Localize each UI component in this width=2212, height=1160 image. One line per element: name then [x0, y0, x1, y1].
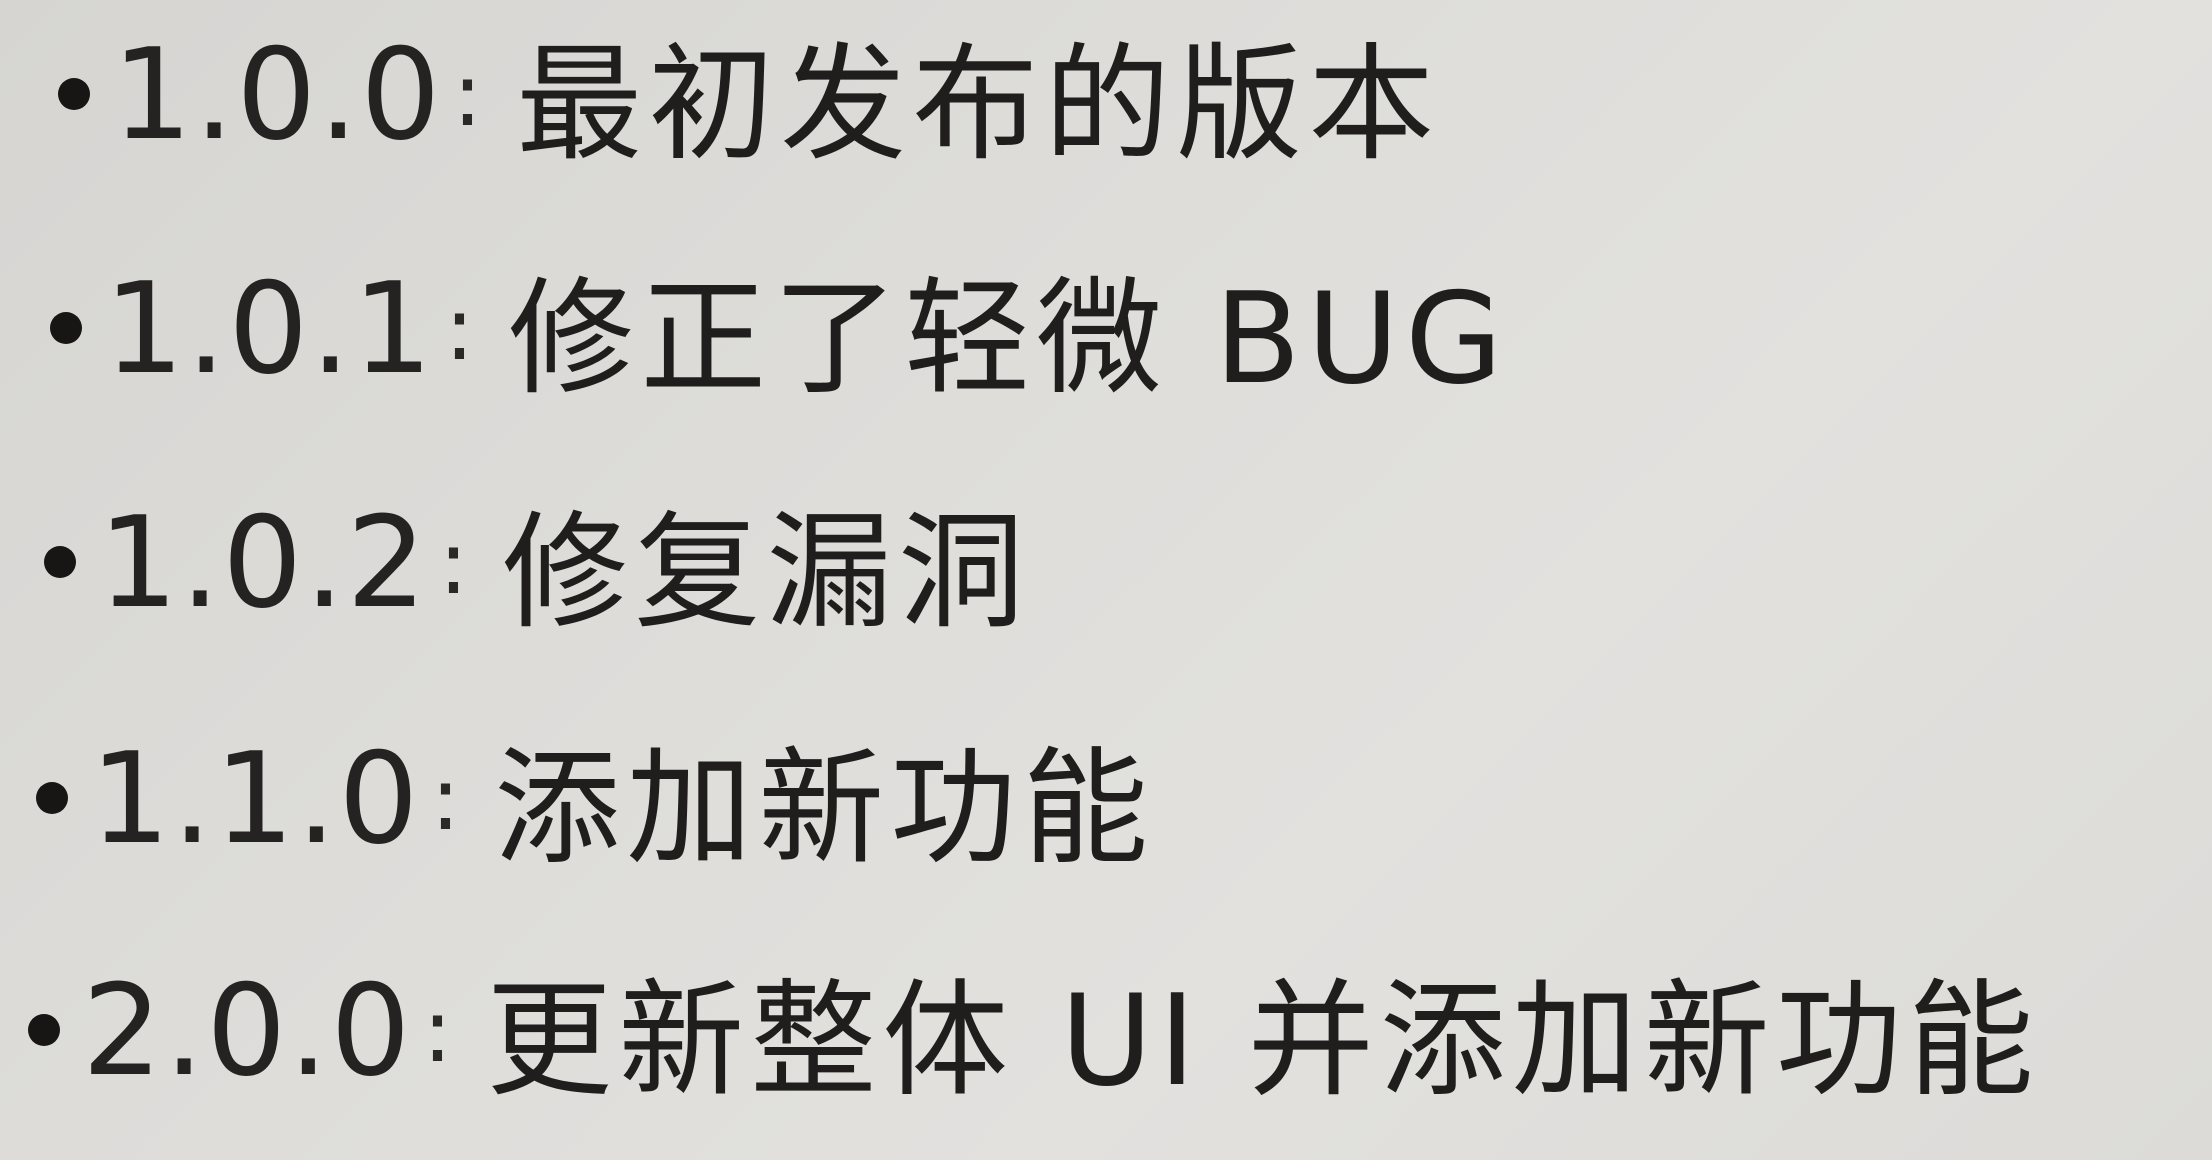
version-history-list: 1.0.0 : 最初发布的版本 1.0.1 : 修正了轻微 BUG 1.0.2 … [0, 0, 2212, 1160]
bullet-icon [58, 78, 90, 110]
version-item-1-0-1: 1.0.1 : 修正了轻微 BUG [0, 228, 1509, 428]
document-page: 1.0.0 : 最初发布的版本 1.0.1 : 修正了轻微 BUG 1.0.2 … [0, 0, 2212, 1160]
separator: : [438, 510, 469, 614]
version-description: 修正了轻微 BUG [508, 265, 1509, 412]
version-description: 添加新功能 [494, 735, 1155, 882]
version-item-1-0-0: 1.0.0 : 最初发布的版本 [0, 0, 1440, 194]
separator: : [422, 978, 453, 1082]
separator: : [452, 42, 483, 146]
separator: : [444, 276, 475, 380]
version-number: 1.1.0 [90, 724, 421, 872]
version-number: 1.0.2 [98, 488, 429, 636]
bullet-icon [44, 546, 76, 578]
version-number: 1.0.0 [112, 20, 443, 168]
version-item-1-0-2: 1.0.2 : 修复漏洞 [0, 462, 1030, 662]
bullet-icon [36, 782, 68, 814]
separator: : [430, 746, 461, 850]
version-item-2-0-0: 2.0.0 : 更新整体 UI 并添加新功能 [0, 930, 2040, 1130]
version-description: 修复漏洞 [502, 499, 1031, 646]
bullet-icon [50, 312, 82, 344]
version-item-1-1-0: 1.1.0 : 添加新功能 [0, 698, 1154, 898]
bullet-icon [28, 1014, 60, 1046]
version-description: 最初发布的版本 [516, 31, 1441, 178]
version-number: 2.0.0 [82, 956, 413, 1104]
version-number: 1.0.1 [104, 254, 435, 402]
version-description: 更新整体 UI 并添加新功能 [486, 967, 2040, 1114]
